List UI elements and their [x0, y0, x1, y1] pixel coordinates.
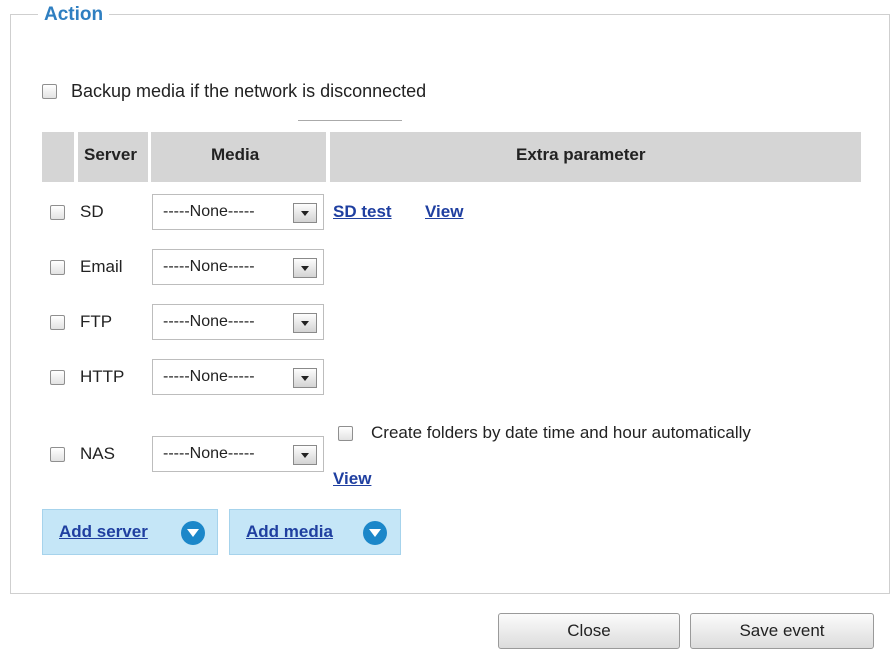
- media-select-sd[interactable]: -----None-----: [152, 194, 324, 230]
- action-legend: Action: [38, 4, 110, 26]
- chevron-down-icon[interactable]: [293, 368, 317, 388]
- header-server: Server: [84, 145, 137, 164]
- media-select-value: -----None-----: [163, 258, 255, 275]
- close-button[interactable]: Close: [498, 613, 680, 649]
- server-sd-checkbox[interactable]: [50, 205, 65, 220]
- server-http-checkbox[interactable]: [50, 370, 65, 385]
- chevron-down-circle-icon: [181, 521, 205, 545]
- divider-line: [298, 120, 402, 121]
- media-select-value: -----None-----: [163, 368, 255, 385]
- add-media-label: Add media: [246, 522, 333, 541]
- header-media: Media: [211, 145, 260, 164]
- chevron-down-icon[interactable]: [293, 313, 317, 333]
- add-media-button[interactable]: Add media: [229, 509, 401, 555]
- sd-view-link[interactable]: View: [425, 202, 463, 222]
- chevron-down-circle-icon: [363, 521, 387, 545]
- sd-test-link[interactable]: SD test: [333, 202, 392, 222]
- save-event-button[interactable]: Save event: [690, 613, 874, 649]
- media-select-http[interactable]: -----None-----: [152, 359, 324, 395]
- backup-label: Backup media if the network is disconnec…: [71, 81, 427, 101]
- media-select-value: -----None-----: [163, 445, 255, 462]
- server-http-label: HTTP: [80, 367, 125, 386]
- add-server-label: Add server: [59, 522, 148, 541]
- chevron-down-icon[interactable]: [293, 258, 317, 278]
- nas-folder-option[interactable]: Create folders by date time and hour aut…: [338, 423, 751, 443]
- nas-folder-checkbox[interactable]: [338, 425, 353, 441]
- backup-checkbox[interactable]: [42, 84, 57, 99]
- nas-folder-label: Create folders by date time and hour aut…: [371, 423, 751, 442]
- nas-view-link[interactable]: View: [333, 469, 371, 489]
- server-email-checkbox[interactable]: [50, 260, 65, 275]
- media-select-ftp[interactable]: -----None-----: [152, 304, 324, 340]
- media-select-email[interactable]: -----None-----: [152, 249, 324, 285]
- server-ftp-label: FTP: [80, 312, 113, 331]
- chevron-down-icon[interactable]: [293, 445, 317, 465]
- server-ftp-checkbox[interactable]: [50, 315, 65, 330]
- media-select-value: -----None-----: [163, 313, 255, 330]
- media-select-nas[interactable]: -----None-----: [152, 436, 324, 472]
- server-nas-label: NAS: [80, 444, 115, 463]
- server-email-label: Email: [80, 257, 123, 276]
- header-extra-parameter: Extra parameter: [516, 145, 646, 164]
- chevron-down-icon[interactable]: [293, 203, 317, 223]
- header-checkbox-column: [42, 132, 74, 182]
- media-select-value: -----None-----: [163, 203, 255, 220]
- server-nas-checkbox[interactable]: [50, 447, 65, 462]
- backup-option[interactable]: Backup media if the network is disconnec…: [42, 81, 426, 102]
- add-server-button[interactable]: Add server: [42, 509, 218, 555]
- server-sd-label: SD: [80, 202, 104, 221]
